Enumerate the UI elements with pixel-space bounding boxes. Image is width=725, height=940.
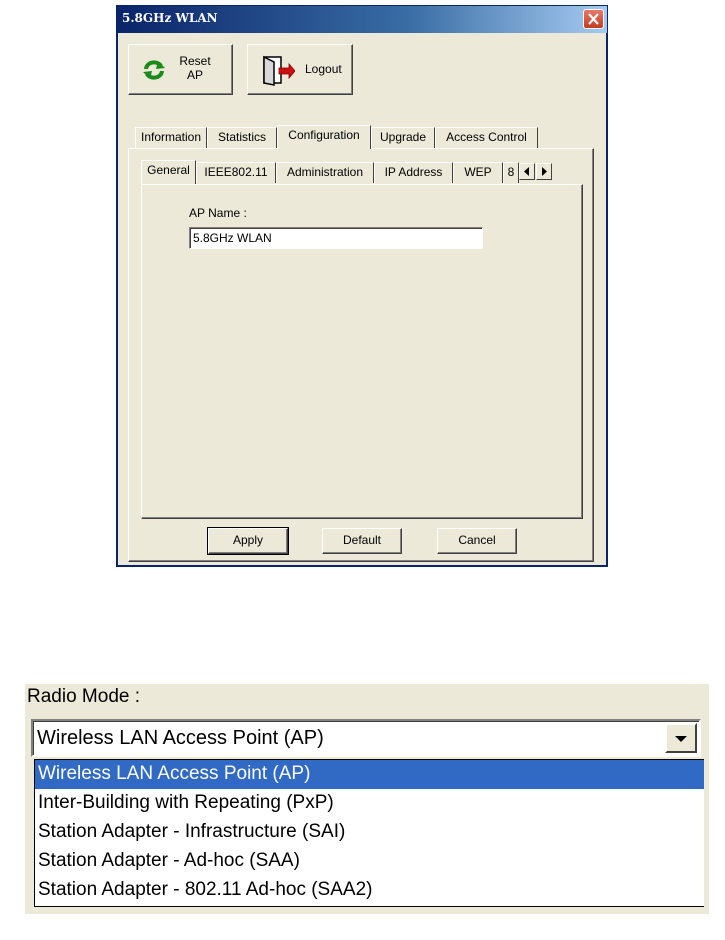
radio-mode-select[interactable]: Wireless LAN Access Point (AP) — [31, 719, 701, 757]
close-icon — [588, 13, 599, 25]
reset-ap-button[interactable]: Reset AP — [128, 44, 233, 95]
tab-label: Configuration — [288, 128, 360, 142]
radio-mode-options-list: Wireless LAN Access Point (AP) Inter-Bui… — [34, 759, 704, 907]
tab-scroll-right-button[interactable] — [536, 163, 552, 180]
radio-mode-option-saa2[interactable]: Station Adapter - 802.11 Ad-hoc (SAA2) — [35, 876, 704, 905]
default-button[interactable]: Default — [322, 528, 402, 554]
logout-label: Logout — [305, 62, 342, 76]
logout-button[interactable]: Logout — [247, 44, 353, 95]
ap-name-input[interactable]: 5.8GHz WLAN — [189, 227, 483, 249]
tab-upgrade[interactable]: Upgrade — [371, 127, 435, 148]
tab-label: General — [147, 163, 190, 177]
tab-label: Information — [140, 130, 202, 144]
subtab-administration[interactable]: Administration — [276, 162, 374, 183]
reset-label-line1: Reset — [179, 54, 211, 68]
apply-button[interactable]: Apply — [207, 527, 289, 555]
close-button[interactable] — [583, 9, 604, 29]
tab-label: IEEE802.11 — [204, 165, 268, 179]
refresh-icon — [143, 60, 165, 80]
tab-scroll-arrows — [519, 163, 553, 181]
tab-label: IP Address — [384, 165, 443, 179]
subtab-wep[interactable]: WEP — [453, 162, 503, 183]
sub-tab-strip: General IEEE802.11 Administration IP Add… — [141, 160, 581, 184]
arrow-left-icon — [524, 167, 529, 176]
tab-statistics[interactable]: Statistics — [207, 127, 277, 148]
radio-mode-option-pxp[interactable]: Inter-Building with Repeating (PxP) — [35, 789, 704, 818]
chevron-down-icon — [675, 736, 687, 742]
tab-label: WEP — [464, 165, 492, 179]
reset-label-line2: AP — [186, 68, 203, 82]
tab-label: Administration — [286, 165, 364, 179]
configuration-panel: General IEEE802.11 Administration IP Add… — [128, 148, 594, 562]
general-panel: AP Name : 5.8GHz WLAN — [141, 184, 583, 519]
tab-scroll-left-button[interactable] — [519, 163, 535, 180]
tab-label: Statistics — [217, 130, 266, 144]
title-bar[interactable]: 5.8GHz WLAN — [117, 6, 607, 33]
logout-door-icon — [263, 55, 295, 86]
subtab-general[interactable]: General — [141, 160, 196, 184]
tab-label: Upgrade — [379, 130, 427, 144]
ap-name-label: AP Name : — [189, 206, 247, 220]
dialog-window: 5.8GHz WLAN Reset AP Logout Information … — [116, 5, 608, 567]
tab-label: 8 — [507, 165, 515, 179]
radio-mode-option-sai[interactable]: Station Adapter - Infrastructure (SAI) — [35, 818, 704, 847]
radio-mode-section: Radio Mode : Wireless LAN Access Point (… — [25, 684, 709, 914]
subtab-overflow[interactable]: 8 — [503, 162, 519, 183]
dropdown-button[interactable] — [665, 723, 697, 753]
cancel-button[interactable]: Cancel — [437, 528, 517, 554]
radio-mode-label: Radio Mode : — [27, 686, 141, 707]
radio-mode-selected-value: Wireless LAN Access Point (AP) — [37, 727, 324, 749]
radio-mode-option-ap[interactable]: Wireless LAN Access Point (AP) — [35, 760, 704, 789]
arrow-right-icon — [542, 167, 547, 176]
subtab-ip-address[interactable]: IP Address — [374, 162, 453, 183]
main-tab-strip: Information Statistics Configuration Upg… — [135, 125, 595, 149]
tab-label: Access Control — [446, 130, 527, 144]
window-title: 5.8GHz WLAN — [122, 11, 218, 25]
dialog-client-area: Reset AP Logout Information Statistics C… — [118, 33, 606, 565]
subtab-ieee80211[interactable]: IEEE802.11 — [196, 162, 276, 183]
radio-mode-option-saa[interactable]: Station Adapter - Ad-hoc (SAA) — [35, 847, 704, 876]
tab-access-control[interactable]: Access Control — [435, 127, 538, 148]
tab-configuration[interactable]: Configuration — [277, 125, 371, 149]
tab-information[interactable]: Information — [135, 127, 207, 148]
